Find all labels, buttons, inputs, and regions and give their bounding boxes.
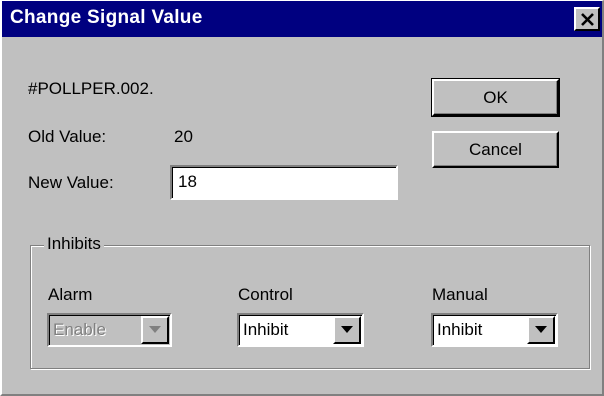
alarm-select: Enable xyxy=(47,313,172,347)
ok-button[interactable]: OK xyxy=(431,78,560,117)
alarm-select-value: Enable xyxy=(53,320,106,339)
manual-label: Manual xyxy=(432,285,488,304)
alarm-dropdown-button xyxy=(141,316,169,344)
chevron-down-icon xyxy=(149,326,161,333)
window-title: Change Signal Value xyxy=(10,7,203,28)
chevron-down-icon xyxy=(341,326,353,333)
inhibits-group-label: Inhibits xyxy=(44,234,104,254)
inhibits-group xyxy=(30,245,590,369)
manual-select[interactable]: Inhibit xyxy=(431,313,558,347)
control-label: Control xyxy=(238,285,293,304)
cancel-button[interactable]: Cancel xyxy=(432,131,559,168)
manual-dropdown-button[interactable] xyxy=(527,316,555,344)
control-select[interactable]: Inhibit xyxy=(237,313,364,347)
signal-name: #POLLPER.002. xyxy=(28,79,154,98)
change-signal-value-dialog: Change Signal Value #POLLPER.002. Old Va… xyxy=(0,0,604,396)
manual-select-value: Inhibit xyxy=(437,320,483,339)
alarm-label: Alarm xyxy=(48,285,93,304)
title-bar[interactable]: Change Signal Value xyxy=(2,1,602,37)
old-value-label: Old Value: xyxy=(28,127,107,146)
close-icon xyxy=(581,13,594,26)
close-button[interactable] xyxy=(574,7,600,31)
chevron-down-icon xyxy=(535,326,547,333)
control-dropdown-button[interactable] xyxy=(333,316,361,344)
new-value-label: New Value: xyxy=(28,173,114,192)
control-select-value: Inhibit xyxy=(243,320,289,339)
new-value-input[interactable]: 18 xyxy=(170,165,398,200)
old-value: 20 xyxy=(174,127,193,146)
